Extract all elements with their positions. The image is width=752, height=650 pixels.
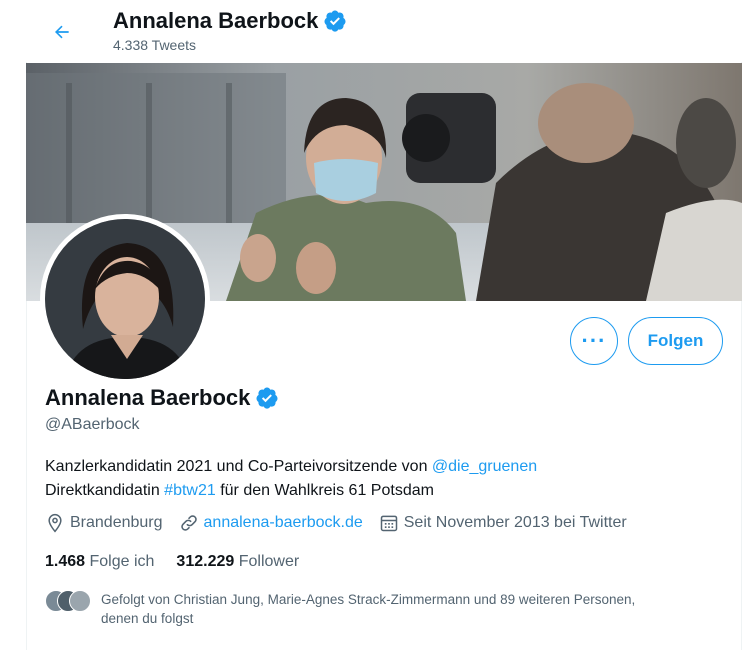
header-name-text: Annalena Baerbock: [113, 8, 319, 33]
followed-by[interactable]: Gefolgt von Christian Jung, Marie-Agnes …: [45, 590, 721, 628]
follow-button[interactable]: Folgen: [628, 317, 723, 365]
profile-avatar[interactable]: [40, 214, 210, 384]
following-label: Folge ich: [89, 553, 155, 570]
avatar-photo: [45, 219, 205, 379]
location-text: Brandenburg: [70, 514, 163, 531]
profile-name: Annalena Baerbock: [45, 385, 279, 411]
header-title: Annalena Baerbock: [113, 8, 347, 34]
hashtag-link[interactable]: #btw21: [164, 482, 216, 499]
location: Brandenburg: [45, 513, 163, 533]
profile-meta: Brandenburg annalena-baerbock.de Seit No…: [45, 513, 643, 533]
calendar-icon: [380, 515, 397, 532]
verified-badge-icon: [324, 10, 346, 32]
bio-line-2: Direktkandidatin #btw21 für den Wahlkrei…: [45, 479, 537, 503]
followed-by-line-1: Gefolgt von Christian Jung, Marie-Agnes …: [101, 592, 636, 607]
following-stat[interactable]: 1.468 Folge ich: [45, 553, 154, 571]
website[interactable]: annalena-baerbock.de: [179, 513, 363, 533]
mention-link[interactable]: @die_gruenen: [432, 458, 537, 475]
bio-text: Kanzlerkandidatin 2021 und Co-Parteivors…: [45, 458, 432, 475]
avatar: [69, 590, 91, 612]
profile-bio: Kanzlerkandidatin 2021 und Co-Parteivors…: [45, 455, 537, 503]
bio-text: für den Wahlkreis 61 Potsdam: [215, 482, 434, 499]
verified-badge-icon: [256, 387, 278, 409]
joined-date: Seit November 2013 bei Twitter: [379, 513, 627, 533]
followers-stat[interactable]: 312.229 Follower: [176, 553, 299, 571]
followed-by-avatars: [45, 590, 95, 612]
following-count: 1.468: [45, 553, 86, 570]
tweet-count: 4.338 Tweets: [113, 37, 197, 53]
bio-text: Direktkandidatin: [45, 482, 165, 499]
bio-line-1: Kanzlerkandidatin 2021 und Co-Parteivors…: [45, 455, 537, 479]
followers-count: 312.229: [176, 553, 235, 570]
followed-by-text: Gefolgt von Christian Jung, Marie-Agnes …: [101, 590, 721, 628]
link-icon: [180, 515, 197, 531]
back-arrow-icon: [55, 25, 69, 39]
more-options-button[interactable]: ···: [570, 317, 618, 365]
back-button[interactable]: [44, 14, 80, 50]
website-link[interactable]: annalena-baerbock.de: [204, 514, 363, 532]
location-pin-icon: [48, 513, 62, 533]
profile-name-text: Annalena Baerbock: [45, 385, 251, 410]
joined-text: Seit November 2013 bei Twitter: [403, 514, 627, 531]
followers-label: Follower: [238, 553, 300, 570]
profile-handle: @ABaerbock: [45, 416, 140, 433]
profile-header: Annalena Baerbock 4.338 Tweets: [0, 0, 752, 62]
followed-by-line-2: denen du folgst: [101, 611, 194, 626]
profile-stats: 1.468 Folge ich 312.229 Follower: [45, 553, 321, 571]
